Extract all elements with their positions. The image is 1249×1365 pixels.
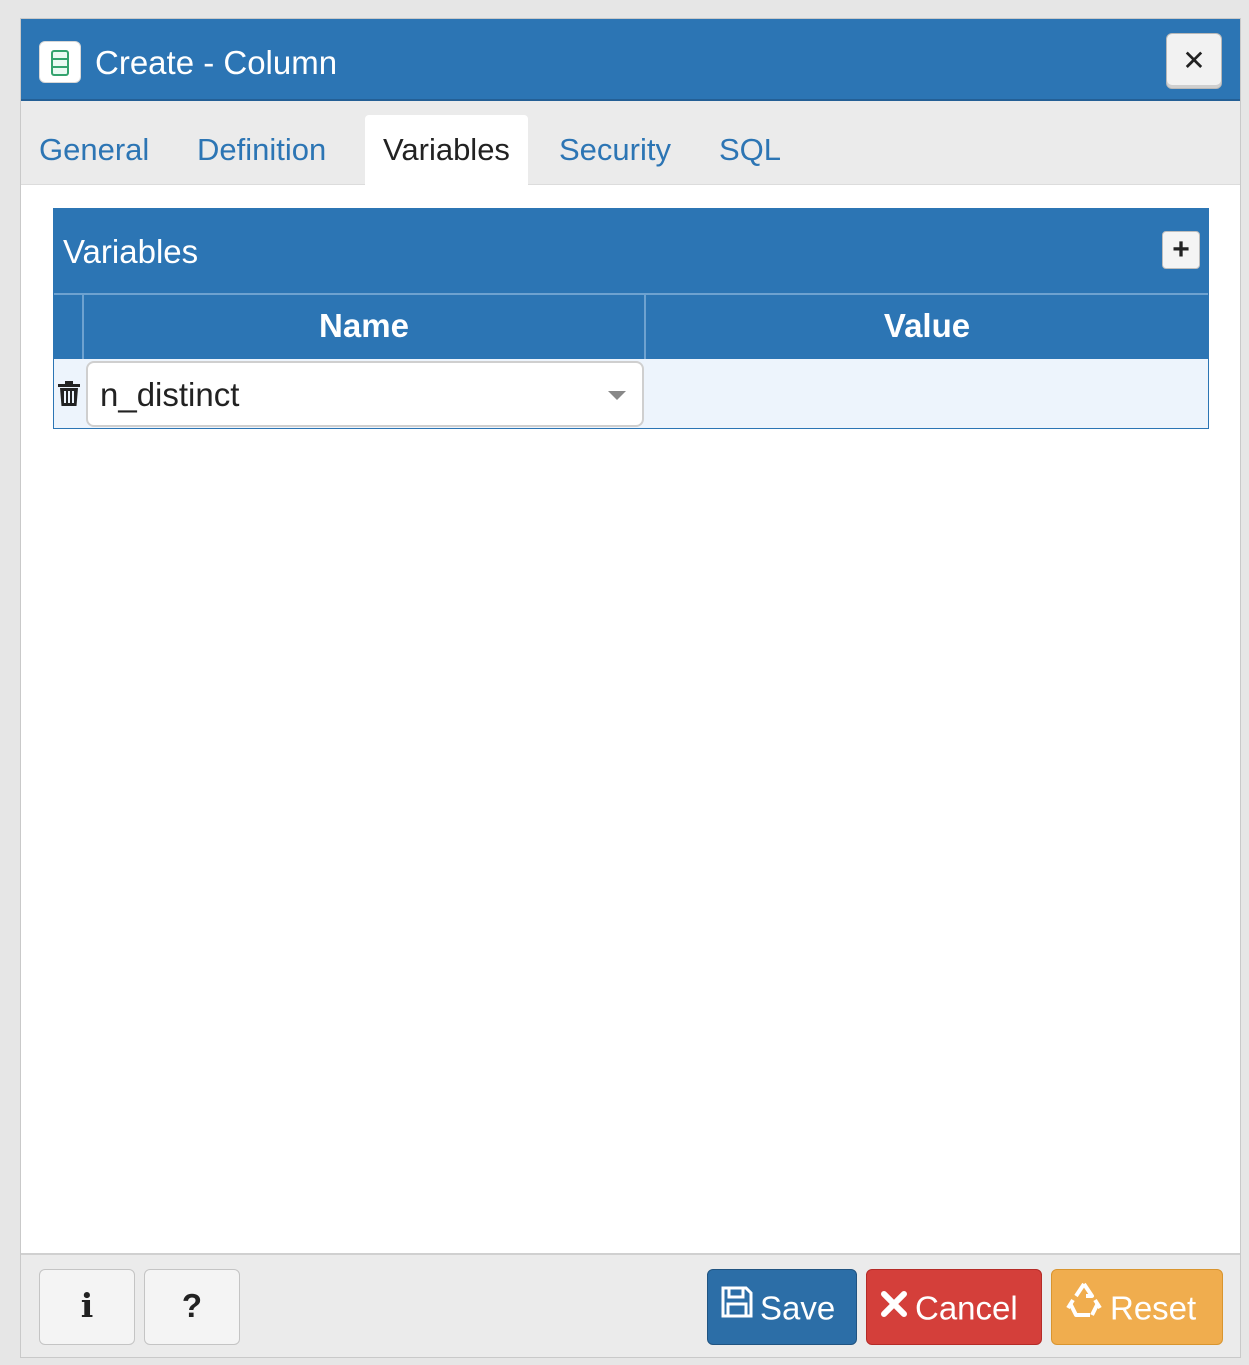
column-icon	[39, 41, 81, 83]
tab-variables[interactable]: Variables	[365, 115, 528, 185]
tab-general[interactable]: General	[21, 115, 167, 185]
cancel-button[interactable]: Cancel	[866, 1269, 1042, 1345]
reset-button[interactable]: Reset	[1051, 1269, 1223, 1345]
dialog-title: Create - Column	[95, 44, 338, 81]
variable-value-cell[interactable]	[646, 359, 1208, 428]
close-button[interactable]: ✕	[1166, 33, 1222, 89]
tab-bar: General Definition Variables Security SQ…	[21, 101, 1240, 185]
row-action-column	[54, 295, 84, 359]
save-button[interactable]: Save	[707, 1269, 857, 1345]
help-button[interactable]: ?	[144, 1269, 240, 1345]
variables-column-headers: Name Value	[54, 293, 1208, 359]
dialog-footer: i ? Save Cancel Reset	[21, 1253, 1240, 1357]
tab-definition[interactable]: Definition	[179, 115, 344, 185]
floppy-disk-icon	[720, 1272, 754, 1344]
variables-header: Variables +	[54, 209, 1208, 293]
cancel-label: Cancel	[915, 1289, 1018, 1327]
recycle-icon	[1064, 1272, 1104, 1344]
column-header-value[interactable]: Value	[646, 295, 1208, 359]
add-variable-button[interactable]: +	[1162, 231, 1200, 269]
dialog-titlebar: Create - Column ✕	[21, 19, 1240, 101]
variable-name-value: n_distinct	[100, 376, 240, 413]
close-icon: ✕	[1182, 45, 1206, 76]
reset-label: Reset	[1110, 1289, 1197, 1327]
variables-title: Variables	[63, 233, 199, 270]
tab-security[interactable]: Security	[541, 115, 689, 185]
column-header-name[interactable]: Name	[84, 295, 646, 359]
tab-sql[interactable]: SQL	[701, 115, 799, 185]
plus-icon: +	[1172, 233, 1190, 266]
create-column-dialog: Create - Column ✕ General Definition Var…	[20, 18, 1241, 1358]
variable-name-select[interactable]: n_distinct	[86, 361, 644, 427]
chevron-down-icon	[608, 391, 626, 400]
table-row: n_distinct	[54, 359, 1208, 428]
info-button[interactable]: i	[39, 1269, 135, 1345]
close-icon	[879, 1272, 909, 1344]
save-label: Save	[760, 1289, 836, 1327]
variables-panel: Variables + Name Value n_distinct	[53, 208, 1209, 429]
trash-icon[interactable]	[57, 381, 81, 412]
